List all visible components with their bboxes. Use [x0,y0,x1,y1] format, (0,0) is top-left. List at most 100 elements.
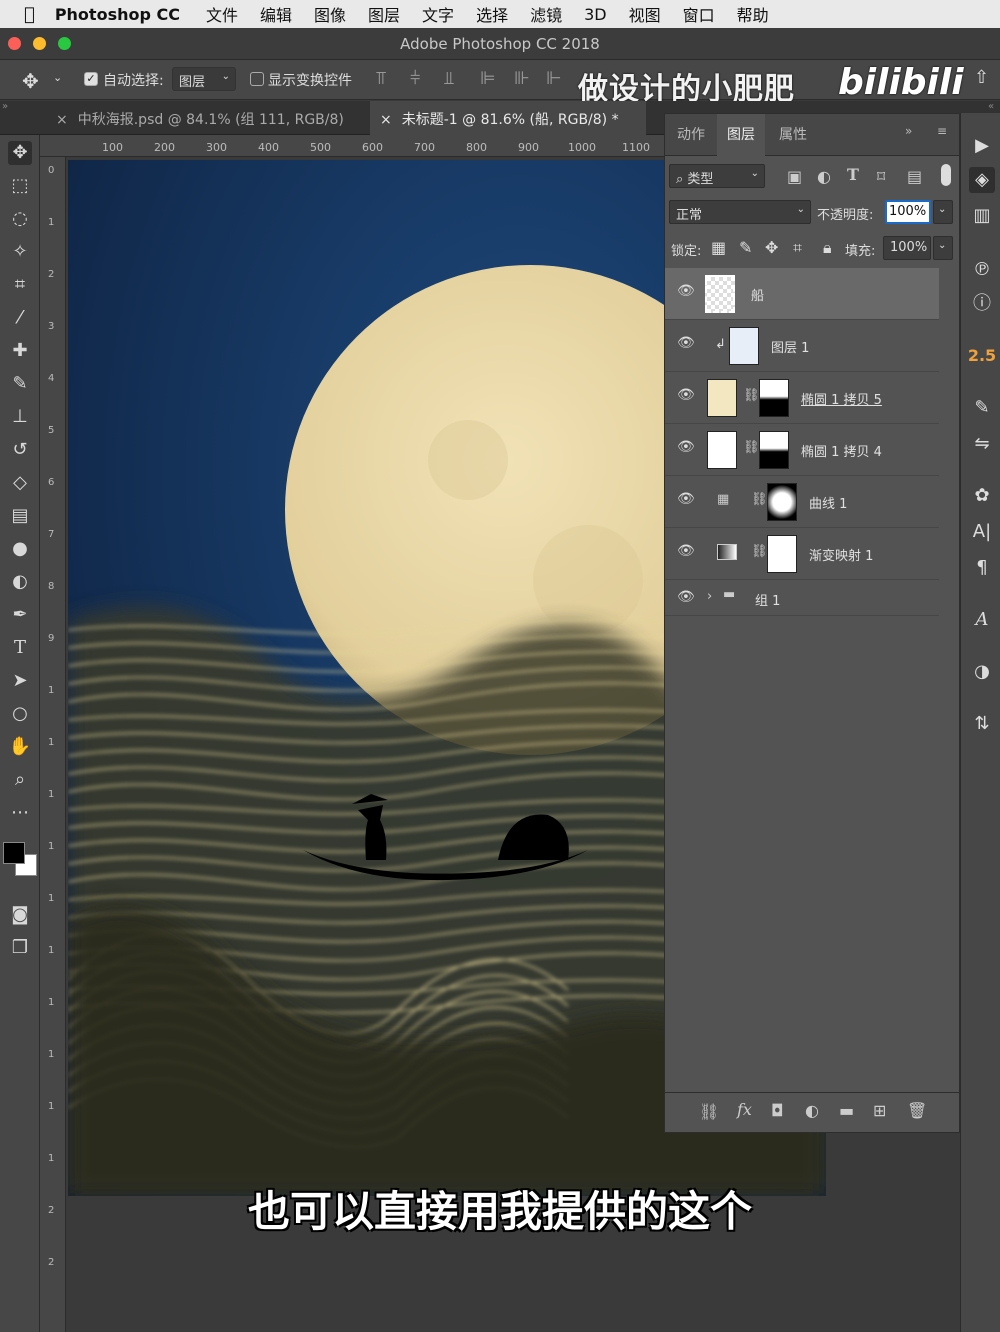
glyphs-icon[interactable]: A [969,607,995,633]
new-layer-icon[interactable]: ⊞ [873,1101,886,1120]
filter-type-icon[interactable]: T [847,165,859,184]
history-icon[interactable]: ⇅ [969,711,995,737]
trash-icon[interactable]: 🗑︎ [907,1101,927,1120]
menu-select[interactable]: 选择 [476,2,508,26]
brush-tool[interactable]: ✎ [8,372,32,396]
info-icon[interactable]: ⓘ [969,291,995,317]
lasso-tool[interactable]: ◌ [8,207,32,231]
layer-row[interactable]: 👁︎ ▦ ⛓︎ 曲线 1 [665,476,939,528]
path-select-tool[interactable]: ➤ [8,669,32,693]
menu-3d[interactable]: 3D [584,5,607,24]
brush-size-value[interactable]: 2.5 [965,343,999,369]
add-mask-icon[interactable]: ◘ [771,1101,784,1120]
align-bottom-icon[interactable]: ⫫ [444,68,454,89]
dodge-tool[interactable]: ◐ [8,570,32,594]
layer-filter-dropdown[interactable]: ⌕ 类型 ⌄ [669,164,765,188]
blur-tool[interactable]: ● [8,537,32,561]
layer-mask-thumbnail[interactable] [767,483,797,521]
close-tab-icon[interactable]: × [56,112,68,128]
quick-select-tool[interactable]: ✧ [8,240,32,264]
chevron-down-icon[interactable]: ⌄ [53,71,62,84]
link-icon[interactable]: ⛓︎ [743,388,760,403]
opacity-input[interactable]: 100% [885,200,931,224]
visibility-eye-icon[interactable]: 👁︎ [677,336,695,350]
menu-help[interactable]: 帮助 [737,2,769,26]
layer-row[interactable]: 👁︎ 船 [665,268,939,320]
tab-document-2[interactable]: × 未标题-1 @ 81.6% (船, RGB/8) * [370,101,646,135]
new-group-icon[interactable]: ▬ [839,1101,854,1120]
align-right-icon[interactable]: ⊩ [546,68,562,89]
link-icon[interactable]: ⛓︎ [751,544,768,559]
panel-menu-icon[interactable]: ≡ [937,124,947,138]
lock-transparent-icon[interactable]: ▦ [711,238,726,257]
history-brush-tool[interactable]: ↺ [8,438,32,462]
zoom-tool[interactable]: ⌕ [8,768,32,792]
menu-view[interactable]: 视图 [629,2,661,26]
pen-tool[interactable]: ✒ [8,603,32,627]
paths-icon[interactable]: ℗ [969,257,995,283]
layer-row[interactable]: 👁︎ ⛓︎ 渐变映射 1 [665,528,939,580]
link-icon[interactable]: ⛓︎ [751,492,768,507]
layer-row[interactable]: 👁︎ ⛓︎ 椭圆 1 拷贝 5 [665,372,939,424]
eraser-tool[interactable]: ◇ [8,471,32,495]
tab-actions[interactable]: 动作 [677,124,705,144]
fx-icon[interactable]: fx [737,1100,752,1119]
apple-icon[interactable]:  [24,4,35,25]
filter-smart-object-icon[interactable]: ▤ [907,167,922,186]
fill-dropdown-button[interactable]: ⌄ [933,236,953,260]
filter-toggle[interactable] [941,164,951,186]
expand-arrow-icon[interactable]: › [707,589,712,604]
align-left-icon[interactable]: ⊫ [480,68,496,89]
layers-stack-icon[interactable]: ◈ [969,167,995,193]
layer-mask-thumbnail[interactable] [759,431,789,469]
healing-brush-tool[interactable]: ✚ [8,339,32,363]
visibility-eye-icon[interactable]: 👁︎ [677,590,695,604]
menu-image[interactable]: 图像 [314,2,346,26]
visibility-eye-icon[interactable]: 👁︎ [677,284,695,298]
lock-artboard-icon[interactable]: ⌗ [793,238,802,258]
tab-layers[interactable]: 图层 [717,114,765,156]
menu-edit[interactable]: 编辑 [260,2,292,26]
layer-row[interactable]: 👁︎ ↲ 图层 1 [665,320,939,372]
character-icon[interactable]: A| [969,519,995,545]
menu-type[interactable]: 文字 [422,2,454,26]
auto-select-checkbox[interactable]: ✓ [84,71,98,87]
share-icon[interactable]: ⇧ [974,67,989,88]
visibility-eye-icon[interactable]: 👁︎ [677,440,695,454]
visibility-eye-icon[interactable]: 👁︎ [677,388,695,402]
fill-input[interactable]: 100% [883,236,931,260]
layer-mask-thumbnail[interactable] [759,379,789,417]
menu-window[interactable]: 窗口 [683,2,715,26]
marquee-tool[interactable]: ⬚ [8,174,32,198]
layer-group-row[interactable]: 👁︎ › ▬ 组 1 [665,580,939,616]
lock-all-icon[interactable]: 🔒︎ [823,238,832,258]
move-tool-icon[interactable]: ✥ [22,69,39,93]
show-transform-checkbox[interactable] [250,71,264,87]
foreground-color-swatch[interactable] [3,842,25,864]
eyedropper-tool[interactable]: ⁄ [8,306,32,330]
filter-adjustment-icon[interactable]: ◐ [817,167,831,186]
opacity-dropdown-button[interactable]: ⌄ [933,200,953,224]
menu-layer[interactable]: 图层 [368,2,400,26]
filter-pixel-icon[interactable]: ▣ [787,167,802,186]
type-tool[interactable]: T [8,636,32,660]
ellipse-tool[interactable]: ○ [8,702,32,726]
tab-properties[interactable]: 属性 [779,124,807,144]
adjustments-icon[interactable]: ⇋ [969,431,995,457]
close-tab-icon[interactable]: × [380,112,392,128]
layer-row[interactable]: 👁︎ ⛓︎ 椭圆 1 拷贝 4 [665,424,939,476]
align-hcenter-icon[interactable]: ⊪ [514,68,530,89]
align-vcenter-icon[interactable]: ⫩ [410,68,420,89]
color-swatches[interactable] [3,840,37,890]
layer-mask-thumbnail[interactable] [767,535,797,573]
more-tools-icon[interactable]: ⋯ [8,801,32,825]
collapse-right-icon[interactable]: « [988,101,994,112]
filter-shape-icon[interactable]: ⌑ [877,167,885,186]
quick-mask-icon[interactable]: ◙ [8,903,32,927]
app-name-menu[interactable]: Photoshop CC [55,5,180,24]
menu-file[interactable]: 文件 [206,2,238,26]
link-icon[interactable]: ⛓︎ [743,440,760,455]
hand-tool[interactable]: ✋ [8,735,32,759]
blend-mode-dropdown[interactable]: 正常 ⌄ [669,200,811,224]
visibility-eye-icon[interactable]: 👁︎ [677,492,695,506]
